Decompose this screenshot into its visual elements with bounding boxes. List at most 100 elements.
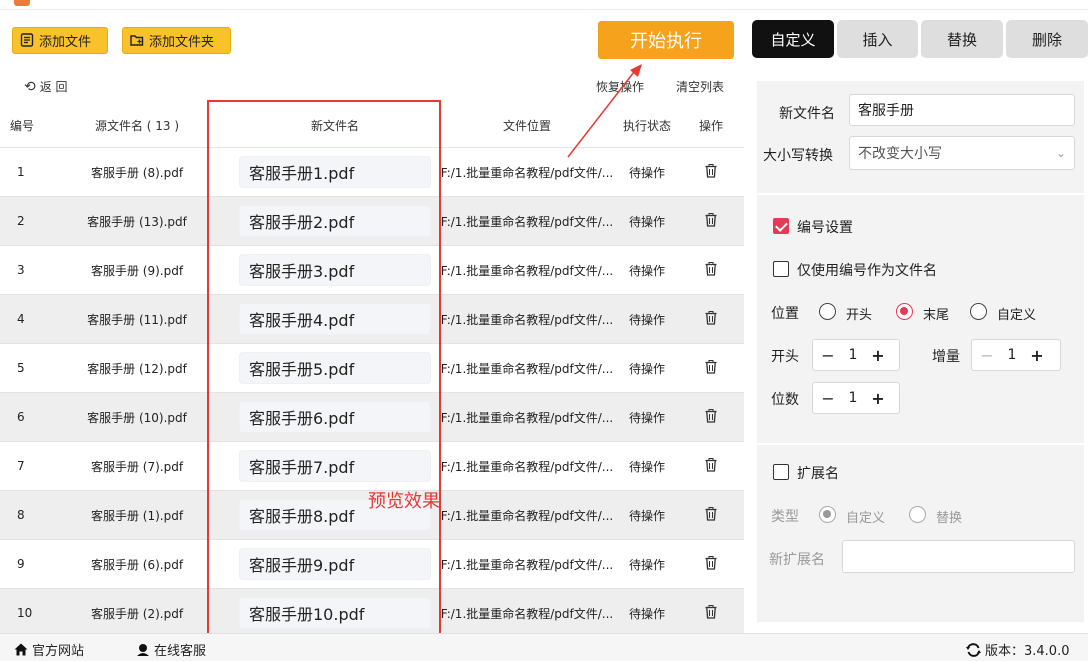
increment-stepper[interactable]: − 1 + xyxy=(971,339,1061,371)
row-status: 待操作 xyxy=(628,508,665,523)
minus-icon[interactable]: − xyxy=(813,346,843,365)
number-only-checkbox[interactable] xyxy=(773,261,789,277)
website-link[interactable]: 官方网站 xyxy=(14,640,84,659)
row-source-name: 客服手册 (7).pdf xyxy=(90,459,184,474)
start-stepper[interactable]: − 1 + xyxy=(812,339,900,371)
new-name-input[interactable]: 客服手册 xyxy=(849,94,1075,126)
table-row[interactable]: 2 客服手册 (13).pdf 客服手册2.pdf F:/1.批量重命名教程/pdf文… xyxy=(0,197,744,246)
trash-icon[interactable] xyxy=(705,212,717,227)
case-select[interactable]: 不改变大小写 ⌄ xyxy=(849,136,1075,170)
row-no: 4 xyxy=(17,312,25,326)
new-ext-label: 新扩展名 xyxy=(769,552,825,568)
divider xyxy=(757,193,1084,195)
add-file-button[interactable]: 添加文件 xyxy=(12,27,108,54)
new-name-field[interactable]: 客服手册7.pdf xyxy=(239,450,431,482)
new-name-field[interactable]: 客服手册6.pdf xyxy=(239,401,431,433)
preview-label: 预览效果 xyxy=(368,491,440,512)
new-name-field[interactable]: 客服手册9.pdf xyxy=(239,548,431,580)
extension-label: 扩展名 xyxy=(797,466,839,482)
divider xyxy=(757,443,1084,445)
number-setting-checkbox[interactable] xyxy=(773,218,789,234)
trash-icon[interactable] xyxy=(705,408,717,423)
start-button[interactable]: 开始执行 xyxy=(598,21,734,59)
new-name-field[interactable]: 客服手册2.pdf xyxy=(239,205,431,237)
support-link[interactable]: 在线客服 xyxy=(136,640,206,659)
trash-icon[interactable] xyxy=(705,359,717,374)
row-new-name-cell: 客服手册9.pdf xyxy=(232,548,438,580)
row-new-name-cell: 客服手册1.pdf xyxy=(232,156,438,188)
row-status: 待操作 xyxy=(628,165,665,180)
table-row[interactable]: 5 客服手册 (12).pdf 客服手册5.pdf F:/1.批量重命名教程/pdf文… xyxy=(0,344,744,393)
minus-icon[interactable]: − xyxy=(813,389,843,408)
type-replace-radio[interactable] xyxy=(909,506,926,523)
trash-icon[interactable] xyxy=(705,604,717,619)
new-name-field[interactable]: 客服手册5.pdf xyxy=(239,352,431,384)
trash-icon[interactable] xyxy=(705,457,717,472)
row-no: 3 xyxy=(17,263,25,277)
row-source-name: 客服手册 (10).pdf xyxy=(87,410,187,425)
tab-insert[interactable]: 插入 xyxy=(837,20,918,58)
plus-icon[interactable]: + xyxy=(863,389,893,408)
trash-icon[interactable] xyxy=(705,555,717,570)
row-new-name-cell: 客服手册2.pdf xyxy=(232,205,438,237)
trash-icon[interactable] xyxy=(705,163,717,178)
file-table: 编号 源文件名 ( 13 ) 新文件名 文件位置 执行状态 操作 1 客服手册 (… xyxy=(0,104,744,638)
trash-icon[interactable] xyxy=(705,506,717,521)
row-action xyxy=(678,457,744,475)
row-location: F:/1.批量重命名教程/pdf文件/... xyxy=(440,410,614,425)
header-source[interactable]: 源文件名 ( 13 ) xyxy=(42,117,232,134)
new-name-field[interactable]: 客服手册10.pdf xyxy=(239,597,431,629)
tab-replace[interactable]: 替换 xyxy=(921,20,1003,58)
table-row[interactable]: 10 客服手册 (2).pdf 客服手册10.pdf F:/1.批量重命名教程/pdf… xyxy=(0,589,744,638)
add-folder-button[interactable]: 添加文件夹 xyxy=(122,27,231,54)
row-no: 10 xyxy=(17,606,33,620)
new-name-field[interactable]: 客服手册1.pdf xyxy=(239,156,431,188)
table-row[interactable]: 3 客服手册 (9).pdf 客服手册3.pdf F:/1.批量重命名教程/pdf文件… xyxy=(0,246,744,295)
tab-custom[interactable]: 自定义 xyxy=(752,20,834,58)
new-ext-input[interactable] xyxy=(842,540,1075,573)
file-list-icon xyxy=(19,33,34,48)
type-custom-label: 自定义 xyxy=(846,511,886,526)
website-label: 官方网站 xyxy=(32,644,85,659)
type-label: 类型 xyxy=(771,509,799,525)
chevron-down-icon: ⌄ xyxy=(1055,146,1066,160)
row-status: 待操作 xyxy=(628,459,665,474)
row-no: 2 xyxy=(17,214,25,228)
position-custom-label: 自定义 xyxy=(997,308,1037,323)
row-no: 9 xyxy=(17,557,25,571)
new-name-field[interactable]: 客服手册4.pdf xyxy=(239,303,431,335)
trash-icon[interactable] xyxy=(705,261,717,276)
table-body: 1 客服手册 (8).pdf 客服手册1.pdf F:/1.批量重命名教程/pdf文件… xyxy=(0,148,744,638)
trash-icon[interactable] xyxy=(705,310,717,325)
table-row[interactable]: 6 客服手册 (10).pdf 客服手册6.pdf F:/1.批量重命名教程/pdf文… xyxy=(0,393,744,442)
row-source-name: 客服手册 (12).pdf xyxy=(87,361,187,376)
row-action xyxy=(678,163,744,181)
plus-icon[interactable]: + xyxy=(863,346,893,365)
plus-icon[interactable]: + xyxy=(1022,346,1052,365)
row-status: 待操作 xyxy=(628,214,665,229)
version-info[interactable]: 版本：3.4.0.0 xyxy=(966,640,1069,659)
add-file-label: 添加文件 xyxy=(39,35,92,50)
clear-list-button[interactable]: 清空列表 xyxy=(676,78,724,95)
table-row[interactable]: 4 客服手册 (11).pdf 客服手册4.pdf F:/1.批量重命名教程/pdf文… xyxy=(0,295,744,344)
start-label: 开头 xyxy=(771,349,799,365)
position-start-radio[interactable] xyxy=(819,303,836,320)
position-end-label: 末尾 xyxy=(923,308,950,323)
new-name-label: 新文件名 xyxy=(779,106,835,122)
table-row[interactable]: 9 客服手册 (6).pdf 客服手册9.pdf F:/1.批量重命名教程/pdf文件… xyxy=(0,540,744,589)
minus-icon[interactable]: − xyxy=(972,346,1002,365)
row-location: F:/1.批量重命名教程/pdf文件/... xyxy=(440,557,614,572)
back-button[interactable]: ⟲ 返 回 xyxy=(24,78,68,95)
type-custom-radio[interactable] xyxy=(819,506,836,523)
table-row[interactable]: 7 客服手册 (7).pdf 客服手册7.pdf F:/1.批量重命名教程/pdf文件… xyxy=(0,442,744,491)
extension-checkbox[interactable] xyxy=(773,464,789,480)
digits-stepper[interactable]: − 1 + xyxy=(812,382,900,414)
new-name-field[interactable]: 客服手册3.pdf xyxy=(239,254,431,286)
row-no: 5 xyxy=(17,361,25,375)
tab-delete[interactable]: 删除 xyxy=(1006,20,1088,58)
app-logo-icon xyxy=(14,0,30,6)
position-custom-radio[interactable] xyxy=(970,303,987,320)
row-new-name-cell: 客服手册3.pdf xyxy=(232,254,438,286)
position-end-radio[interactable] xyxy=(896,303,913,320)
number-setting-label: 编号设置 xyxy=(797,220,853,236)
